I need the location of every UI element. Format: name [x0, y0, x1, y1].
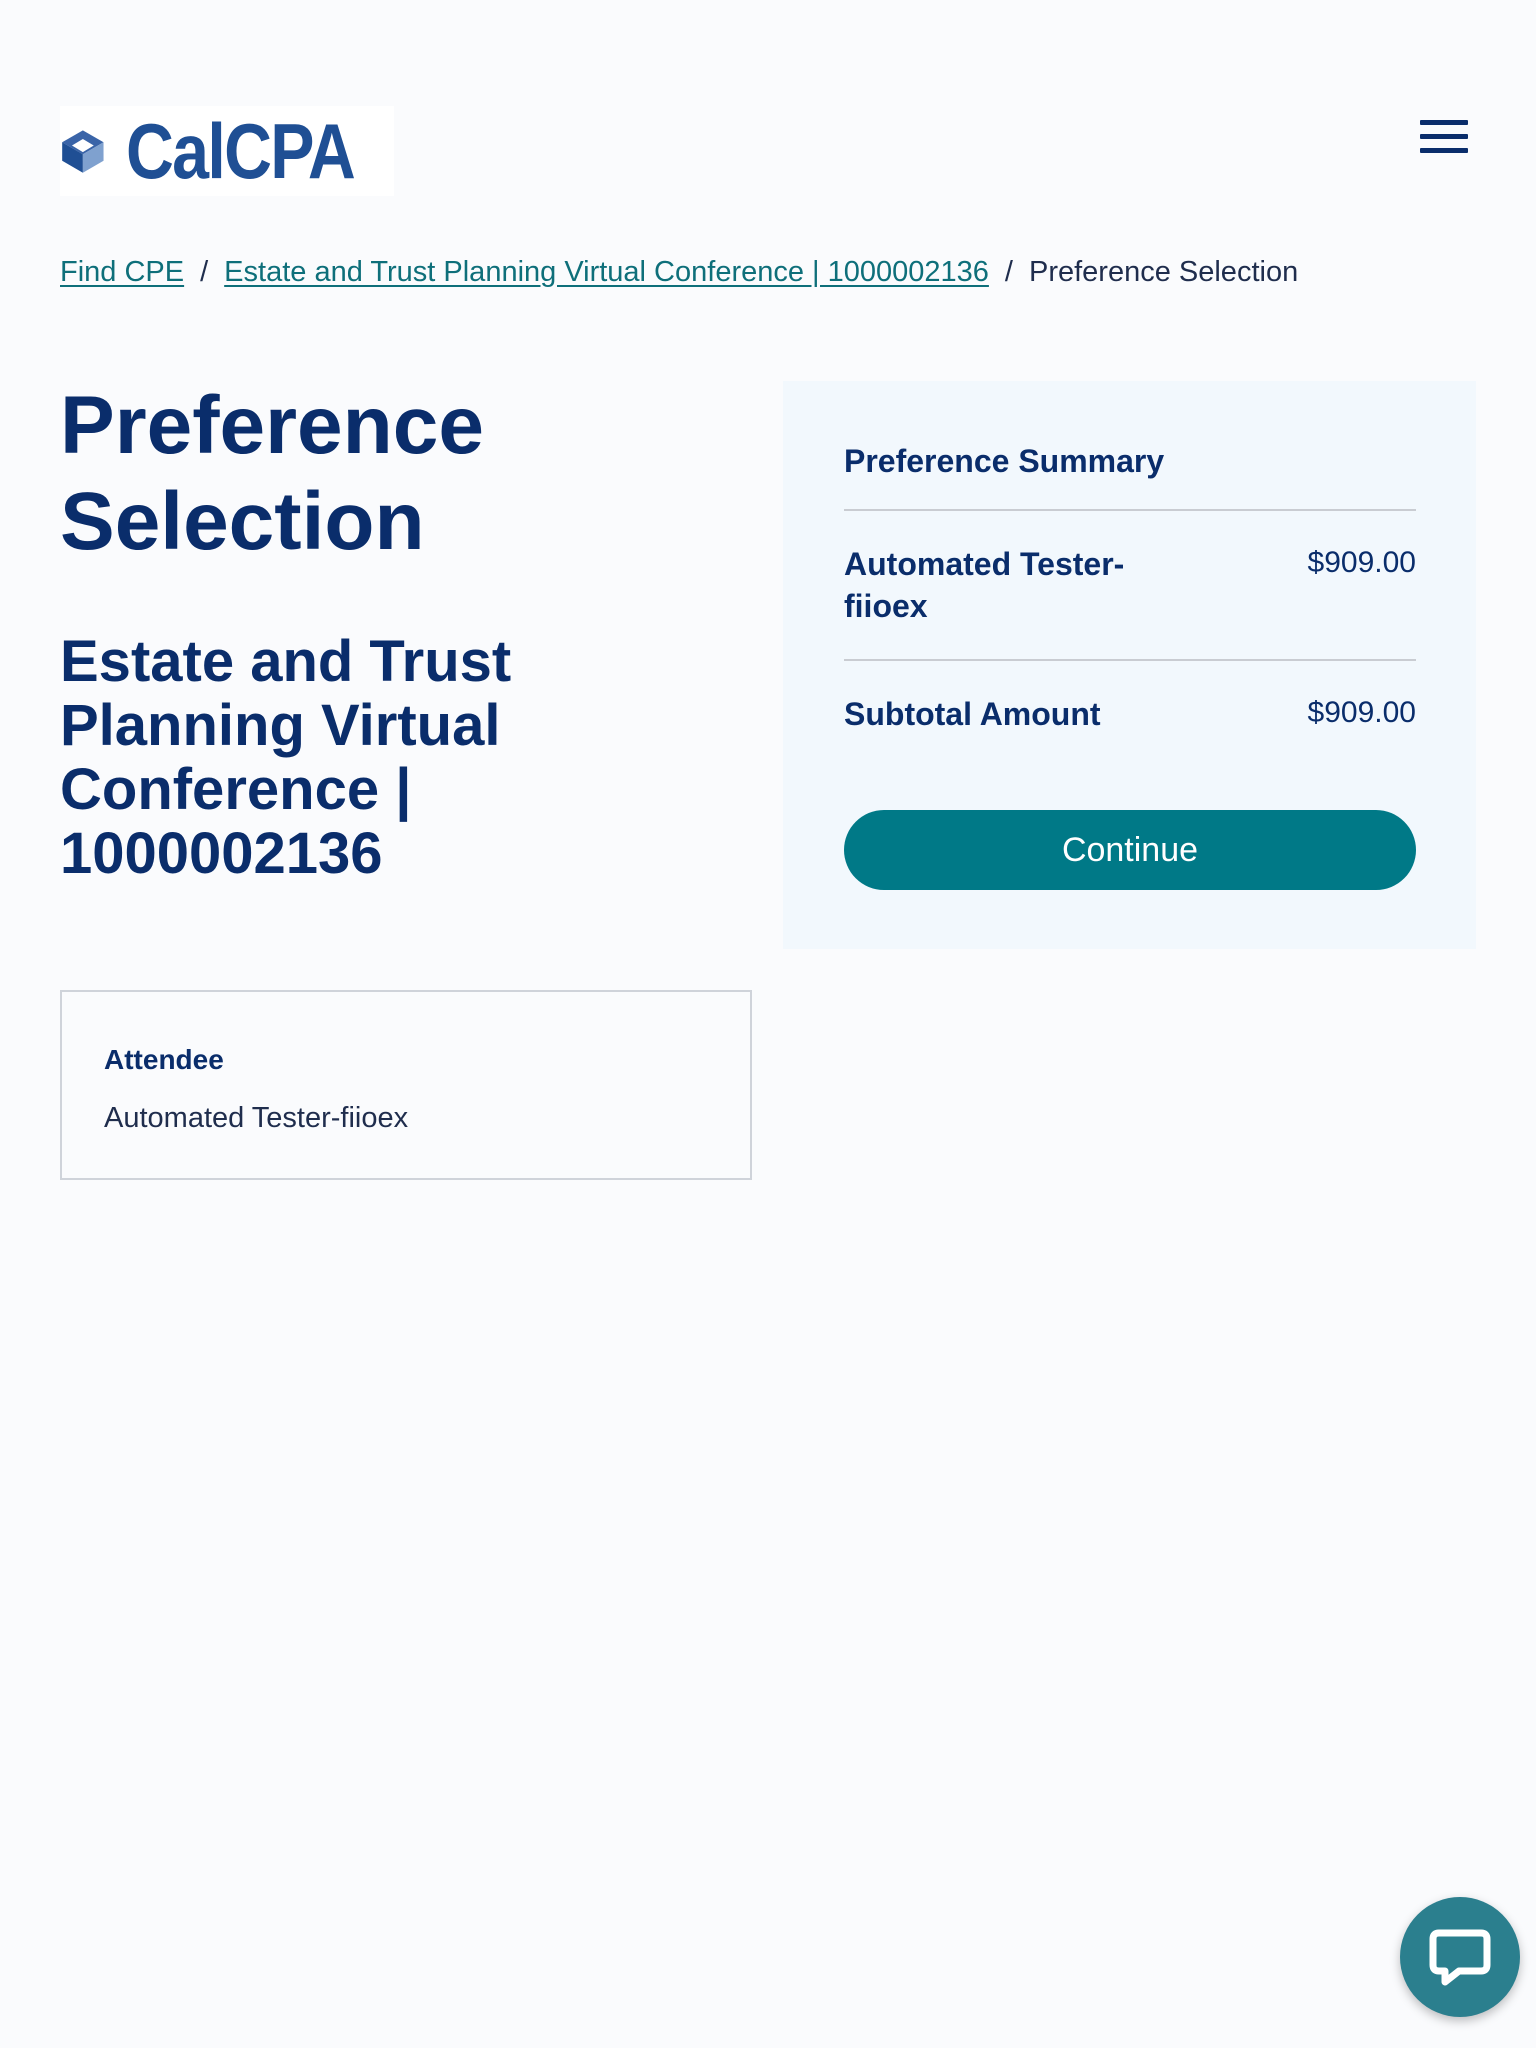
attendee-name: Automated Tester-fiioex — [104, 1102, 409, 1134]
chat-bubble-icon — [1429, 1929, 1491, 1986]
summary-title: Preference Summary — [844, 443, 1165, 479]
line-item-name: Automated Tester-fiioex — [844, 546, 1125, 624]
breadcrumb-separator: / — [1004, 256, 1013, 288]
breadcrumb-current: Preference Selection — [1028, 256, 1299, 288]
calcpa-logo[interactable]: CalCPA — [60, 106, 394, 196]
logo-wordmark: CalCPA — [125, 107, 356, 195]
page-title: Preference Selection — [60, 380, 484, 567]
breadcrumb-link-find-cpe[interactable]: Find CPE — [60, 256, 184, 288]
event-title: Estate and Trust Planning Virtual Confer… — [60, 629, 512, 886]
hamburger-menu-icon[interactable] — [1420, 120, 1468, 156]
line-item-price: $909.00 — [1307, 546, 1416, 579]
chat-button[interactable] — [1400, 1897, 1520, 2017]
breadcrumb: Find CPE / Estate and Trust Planning Virtu… — [60, 256, 1298, 289]
attendee-card: Attendee Automated Tester-fiioex — [60, 990, 752, 1180]
subtotal-label: Subtotal Amount — [844, 696, 1101, 732]
breadcrumb-separator: / — [200, 256, 209, 288]
breadcrumb-link-event[interactable]: Estate and Trust Planning Virtual Confer… — [224, 256, 989, 288]
subtotal-value: $909.00 — [1307, 696, 1416, 729]
summary-divider — [844, 659, 1416, 661]
calcpa-cube-logo-icon — [62, 130, 104, 173]
attendee-label: Attendee — [104, 1044, 224, 1075]
preference-summary-panel: Preference Summary Automated Tester-fiio… — [783, 381, 1476, 949]
summary-divider — [844, 509, 1416, 511]
continue-button[interactable]: Continue — [844, 810, 1416, 890]
